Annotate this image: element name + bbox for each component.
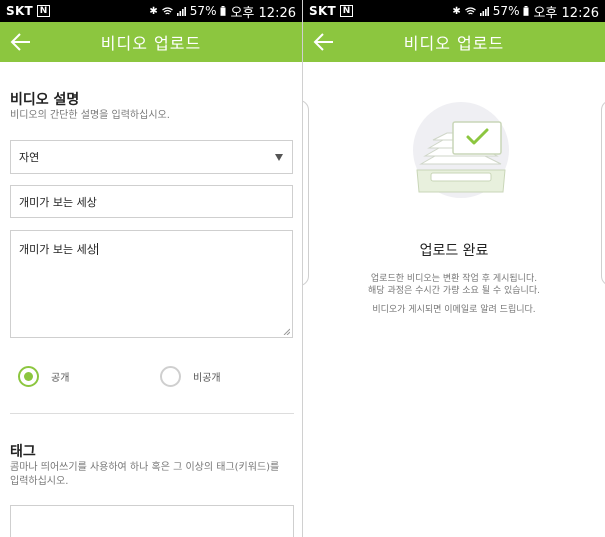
video-description-value: 개미가 보는 세상 [19,243,97,256]
tags-input[interactable] [10,505,294,537]
app-bar: 비디오 업로드 [0,22,302,62]
notification-badge-icon: N [340,5,354,17]
carrier-label: SKT [6,4,34,18]
bluetooth-icon: ✱ [452,5,461,17]
upload-complete-message-line1: 업로드한 비디오는 변환 작업 후 게시됩니다. [370,274,538,284]
status-bar: SKT N ✱ 57% 오후 12:26 [303,0,605,22]
upload-complete-inbox-icon [413,102,509,198]
upload-complete-message-line3: 비디오가 게시되면 이메일로 알려 드립니다. [372,305,536,315]
app-bar-title: 비디오 업로드 [403,34,505,53]
upload-form-screen: SKT N ✱ 57% 오후 12:26 비디오 업로드 비디오 설명 비디오의… [0,0,302,537]
privacy-private-radio[interactable]: 비공개 [160,366,221,387]
battery-icon [523,6,529,16]
battery-percent: 57% [189,4,217,18]
video-description-textarea[interactable]: 개미가 보는 세상 [10,230,293,338]
category-selected-value: 자연 [19,151,40,164]
section-divider [10,413,294,414]
status-bar: SKT N ✱ 57% 오후 12:26 [0,0,302,22]
text-cursor [96,243,98,255]
wifi-icon [464,6,476,15]
tags-helper-text-line2: 입력하십시오. [10,476,69,487]
wifi-icon [161,6,173,15]
signal-icon [176,6,186,16]
clock: 오후 12:26 [533,5,599,21]
battery-percent: 57% [492,4,520,18]
tags-section-title: 태그 [10,444,36,460]
resize-grip-icon[interactable] [283,328,290,335]
privacy-public-label: 공개 [51,373,70,384]
app-bar: 비디오 업로드 [303,22,605,62]
privacy-public-radio[interactable]: 공개 [18,366,69,387]
dropdown-arrow-icon [275,154,283,161]
radio-checked-icon [18,366,39,387]
video-title-input[interactable]: 개미가 보는 세상 [10,185,293,218]
video-title-value: 개미가 보는 세상 [19,195,97,209]
radio-unchecked-icon [160,366,181,387]
upload-complete-title: 업로드 완료 [419,243,489,259]
carrier-label: SKT [309,4,337,18]
tags-helper-text-line1: 콤마나 띄어쓰기를 사용하여 하나 혹은 그 이상의 태그(키워드)를 [10,462,280,473]
arrow-left-icon[interactable] [9,31,33,53]
signal-icon [479,6,489,16]
category-select[interactable]: 자연 [10,140,293,174]
notification-badge-icon: N [37,5,51,17]
arrow-left-icon[interactable] [312,31,336,53]
description-section-title: 비디오 설명 [10,92,80,108]
privacy-private-label: 비공개 [193,373,221,384]
app-bar-title: 비디오 업로드 [100,34,202,53]
upload-complete-message-line2: 해당 과정은 수시간 가량 소요 될 수 있습니다. [368,286,540,296]
battery-icon [220,6,226,16]
bluetooth-icon: ✱ [149,5,158,17]
clock: 오후 12:26 [230,5,296,21]
description-helper-text: 비디오의 간단한 설명을 입력하십시오. [10,110,170,121]
upload-complete-screen: SKT N ✱ 57% 오후 12:26 비디오 업로드 업로드 완료 업로드한… [303,0,605,537]
